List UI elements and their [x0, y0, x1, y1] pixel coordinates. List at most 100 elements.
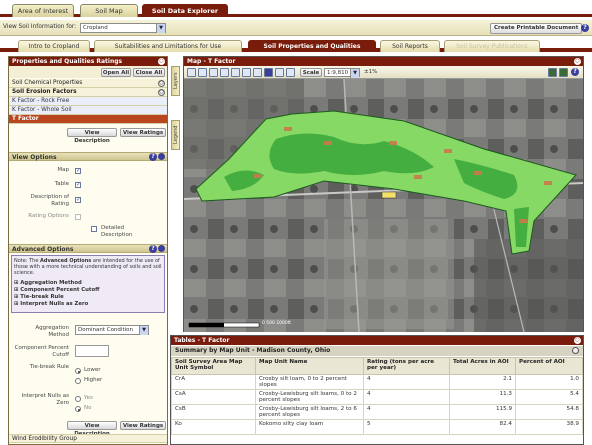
table-row[interactable]: Ko Kokomo silty clay loam 5 82.4 38.9: [171, 419, 583, 435]
tab-soil-survey-publications[interactable]: Soil Survey Publications: [444, 40, 540, 52]
view-options-header[interactable]: View Options ?: [9, 152, 167, 161]
interpret-nulls-label: Interpret Nulls as Zero: [21, 393, 69, 406]
col-percent[interactable]: Percent of AOI: [515, 357, 583, 375]
zoom-in-icon[interactable]: [187, 68, 196, 77]
map-canvas[interactable]: 0 500 1000ft: [184, 79, 583, 332]
tab-intro-to-cropland[interactable]: Intro to Cropland: [18, 40, 90, 52]
help-icon[interactable]: ?: [571, 68, 579, 76]
measure-icon[interactable]: [253, 68, 262, 77]
col-symbol[interactable]: Soil Survey Area Map Unit Symbol: [171, 357, 256, 375]
aerial-map: [184, 79, 583, 332]
aggregation-method-select[interactable]: Dominant Condition ▼: [75, 325, 149, 335]
description-option-label: Description of Rating: [30, 194, 69, 207]
create-printable-document-button[interactable]: Create Printable Document: [490, 23, 583, 34]
item-k-factor-rock-free[interactable]: K Factor - Rock Free: [9, 97, 167, 106]
panel-title: Properties and Qualities Ratings ○: [9, 57, 167, 66]
help-icon[interactable]: ?: [149, 153, 157, 161]
col-rating[interactable]: Rating (tons per acre per year): [363, 357, 450, 375]
scale-select[interactable]: 1:9,810 ▼: [324, 68, 360, 78]
clear-icon[interactable]: [275, 68, 284, 77]
detailed-description-checkbox[interactable]: [91, 226, 97, 232]
cell-symbol: CsB: [171, 404, 256, 420]
tab-legend[interactable]: Legend: [171, 120, 180, 150]
cell-name: Crosby-Lewisburg silt loams, 0 to 2 perc…: [255, 389, 364, 405]
collapse-icon[interactable]: [158, 245, 165, 252]
cell-rating: 5: [363, 419, 450, 435]
nulls-no-radio[interactable]: [75, 406, 81, 412]
group-soil-erosion[interactable]: Soil Erosion Factors ○: [9, 88, 167, 97]
cell-rating: 4: [363, 404, 450, 420]
soil-info-select[interactable]: Cropland ▼: [80, 23, 166, 33]
print-map-icon[interactable]: [559, 68, 568, 77]
group-soil-chemical[interactable]: Soil Chemical Properties ○: [9, 79, 167, 88]
table-header-row: Soil Survey Area Map Unit Symbol Map Uni…: [171, 357, 583, 375]
tiebreak-lower-radio[interactable]: [75, 368, 81, 374]
map-panel: Map - T Factor ○ Scale 1:9,810 ▼ ±1% ? 0…: [183, 56, 584, 332]
item-k-factor-whole-soil[interactable]: K Factor - Whole Soil: [9, 106, 167, 115]
summary-toggle-icon[interactable]: [572, 347, 579, 354]
panel-collapse-icon[interactable]: ○: [158, 58, 165, 65]
cell-acres: 11.3: [449, 389, 516, 405]
scale-button[interactable]: Scale: [300, 68, 322, 77]
help-icon[interactable]: ?: [581, 24, 589, 32]
table-checkbox[interactable]: ✓: [75, 182, 81, 188]
settings-icon[interactable]: [286, 68, 295, 77]
close-all-button[interactable]: Close All: [133, 68, 165, 77]
zoom-out-icon[interactable]: [198, 68, 207, 77]
info-row: View Soil Information for: Cropland ▼ Cr…: [0, 20, 592, 36]
advanced-item-aggregation[interactable]: ⊞ Aggregation Method: [14, 280, 162, 287]
cell-percent: 5.4: [515, 389, 583, 405]
properties-panel: Properties and Qualities Ratings ○ Open …: [8, 56, 168, 445]
map-scalebar-label: 0 500 1000ft: [262, 321, 292, 326]
nulls-yes-radio[interactable]: [75, 396, 81, 402]
advanced-options-header[interactable]: Advanced Options ?: [9, 244, 167, 253]
view-ratings-button[interactable]: View Ratings: [120, 128, 166, 137]
tiebreak-higher-radio[interactable]: [75, 378, 81, 384]
advanced-item-cutoff[interactable]: ⊞ Component Percent Cutoff: [14, 287, 162, 294]
advanced-item-tiebreak[interactable]: ⊞ Tie-break Rule: [14, 294, 162, 301]
collapse-icon[interactable]: [158, 153, 165, 160]
tab-suitabilities[interactable]: Suitabilities and Limitations for Use: [94, 40, 242, 52]
help-icon[interactable]: ?: [149, 245, 157, 253]
tab-area-of-interest[interactable]: Area of Interest: [12, 4, 74, 17]
table-row[interactable]: CsB Crosby-Lewisburg silt loams, 2 to 6 …: [171, 404, 583, 420]
previous-extent-icon[interactable]: [231, 68, 240, 77]
next-extent-icon[interactable]: [242, 68, 251, 77]
table-collapse-icon[interactable]: ○: [574, 337, 581, 344]
tab-soil-reports[interactable]: Soil Reports: [380, 40, 440, 52]
col-map-unit-name[interactable]: Map Unit Name: [255, 357, 364, 375]
collapse-icon[interactable]: ○: [158, 89, 165, 96]
description-checkbox[interactable]: ✓: [75, 197, 81, 203]
map-icon[interactable]: [548, 68, 557, 77]
view-ratings-button-bottom[interactable]: View Ratings: [120, 421, 166, 430]
rating-options-checkbox[interactable]: [75, 214, 81, 220]
detailed-description-label: Detailed Description: [101, 225, 133, 238]
table-row[interactable]: CsA Crosby-Lewisburg silt loams, 0 to 2 …: [171, 389, 583, 405]
tab-soil-data-explorer[interactable]: Soil Data Explorer: [142, 4, 228, 17]
pan-icon[interactable]: [209, 68, 218, 77]
full-extent-icon[interactable]: [220, 68, 229, 77]
identify-icon[interactable]: [264, 68, 273, 77]
component-cutoff-label: Component Percent Cutoff: [14, 345, 69, 358]
map-collapse-icon[interactable]: ○: [574, 58, 581, 65]
map-toolbar: Scale 1:9,810 ▼ ±1% ?: [184, 66, 583, 79]
map-option-label: Map: [57, 167, 69, 173]
cell-name: Crosby-Lewisburg silt loams, 2 to 6 perc…: [255, 404, 364, 420]
tab-soil-map[interactable]: Soil Map: [80, 4, 138, 17]
cell-name: Kokomo silty clay loam: [255, 419, 364, 435]
tab-soil-properties[interactable]: Soil Properties and Qualities: [248, 40, 376, 52]
view-description-button[interactable]: View Description: [67, 128, 117, 144]
component-cutoff-input[interactable]: [75, 345, 109, 357]
table-option-label: Table: [54, 181, 69, 187]
advanced-item-nulls[interactable]: ⊞ Interpret Nulls as Zero: [14, 301, 162, 308]
table-row[interactable]: CrA Crosby silt loam, 0 to 2 percent slo…: [171, 374, 583, 390]
col-total-acres[interactable]: Total Acres in AOI: [449, 357, 516, 375]
view-description-button-bottom[interactable]: View Description: [67, 421, 117, 437]
expand-icon[interactable]: ○: [158, 80, 165, 87]
group-wind-erodibility[interactable]: Wind Erodibility Group: [9, 434, 167, 443]
cell-symbol: CsA: [171, 389, 256, 405]
tab-layers[interactable]: Layers: [171, 66, 180, 96]
map-checkbox[interactable]: ✓: [75, 168, 81, 174]
item-t-factor-selected[interactable]: T Factor: [9, 115, 167, 124]
open-all-button[interactable]: Open All: [101, 68, 131, 77]
